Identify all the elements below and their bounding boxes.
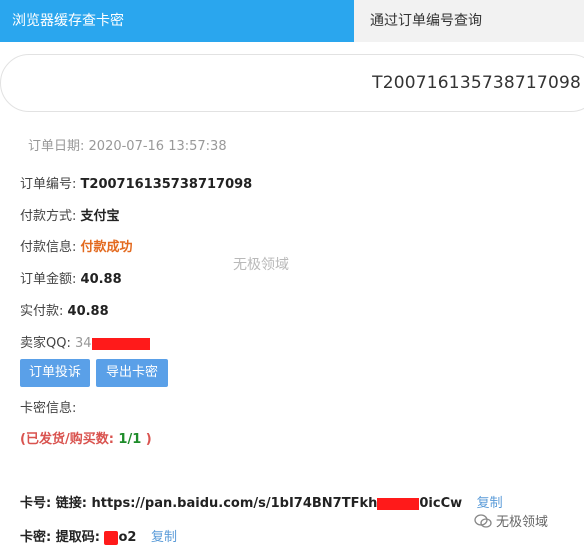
card-number-row: 卡号: 链接: https://pan.baidu.com/s/1bI74BN7… bbox=[20, 492, 503, 511]
order-date-label: 订单日期: bbox=[28, 139, 85, 154]
order-amount-value: 40.88 bbox=[80, 272, 122, 287]
paid-amount-label: 实付款: bbox=[20, 304, 64, 319]
shipped-count: 1/1 bbox=[118, 432, 142, 447]
extract-code-label: 提取码: bbox=[55, 530, 100, 545]
card-info-heading: 卡密信息: bbox=[20, 397, 76, 416]
search-value: T200716135738717098 bbox=[372, 73, 581, 93]
shipped-close: ) bbox=[145, 432, 152, 447]
order-number-row: 订单编号: T200716135738717098 bbox=[20, 173, 252, 192]
export-card-button[interactable]: 导出卡密 bbox=[96, 359, 168, 387]
order-date-value: 2020-07-16 13:57:38 bbox=[88, 139, 227, 154]
pay-method-value: 支付宝 bbox=[80, 209, 120, 224]
seller-qq-label: 卖家QQ: bbox=[20, 336, 71, 351]
order-number-label: 订单编号: bbox=[20, 177, 77, 192]
watermark-corner: 无极领域 bbox=[474, 511, 548, 530]
shipped-status: (已发货/购买数: 1/1 ) bbox=[20, 428, 152, 447]
watermark-corner-text: 无极领域 bbox=[496, 515, 549, 530]
card-secret-row: 卡密: 提取码: o2 复制 bbox=[20, 526, 177, 545]
pay-status-badge: 付款成功 bbox=[80, 240, 133, 255]
paid-amount-row: 实付款: 40.88 bbox=[20, 300, 109, 319]
tab-bar: 浏览器缓存查卡密 通过订单编号查询 bbox=[0, 0, 584, 42]
card-link-start[interactable]: https://pan.baidu.com/s/1bI74BN7TFkh bbox=[91, 496, 377, 511]
card-link-end[interactable]: 0icCw bbox=[419, 496, 462, 511]
card-number-label: 卡号: bbox=[20, 496, 52, 511]
pay-info-row: 付款信息: 付款成功 bbox=[20, 236, 133, 255]
seller-qq-row: 卖家QQ: 34 bbox=[20, 332, 150, 351]
watermark-center: 无极领域 bbox=[233, 257, 289, 273]
tab-order-number[interactable]: 通过订单编号查询 bbox=[354, 0, 584, 42]
card-secret-label: 卡密: bbox=[20, 530, 52, 545]
redaction-mark bbox=[91, 337, 150, 350]
order-search-input[interactable]: T200716135738717098 bbox=[0, 54, 584, 112]
pay-method-row: 付款方式: 支付宝 bbox=[20, 205, 120, 224]
redaction-mark bbox=[377, 497, 420, 510]
copy-code-button[interactable]: 复制 bbox=[151, 530, 177, 545]
order-number-value: T200716135738717098 bbox=[80, 177, 253, 192]
order-complaint-button[interactable]: 订单投诉 bbox=[20, 359, 90, 387]
seller-qq-value: 34 bbox=[75, 336, 92, 351]
pay-info-label: 付款信息: bbox=[20, 240, 77, 255]
chat-bubble-icon bbox=[474, 513, 492, 528]
card-link-label: 链接: bbox=[55, 496, 87, 511]
paid-amount-value: 40.88 bbox=[67, 304, 109, 319]
order-date: 订单日期: 2020-07-16 13:57:38 bbox=[28, 135, 227, 154]
order-amount-row: 订单金额: 40.88 bbox=[20, 268, 122, 287]
tab-browser-cache[interactable]: 浏览器缓存查卡密 bbox=[0, 0, 354, 42]
pay-method-label: 付款方式: bbox=[20, 209, 77, 224]
extract-code-end: o2 bbox=[118, 530, 137, 545]
redaction-mark bbox=[104, 530, 119, 545]
shipped-text: (已发货/购买数: bbox=[20, 432, 114, 447]
order-amount-label: 订单金额: bbox=[20, 272, 77, 287]
copy-link-button[interactable]: 复制 bbox=[477, 496, 503, 511]
card-info-label: 卡密信息: bbox=[20, 401, 77, 416]
